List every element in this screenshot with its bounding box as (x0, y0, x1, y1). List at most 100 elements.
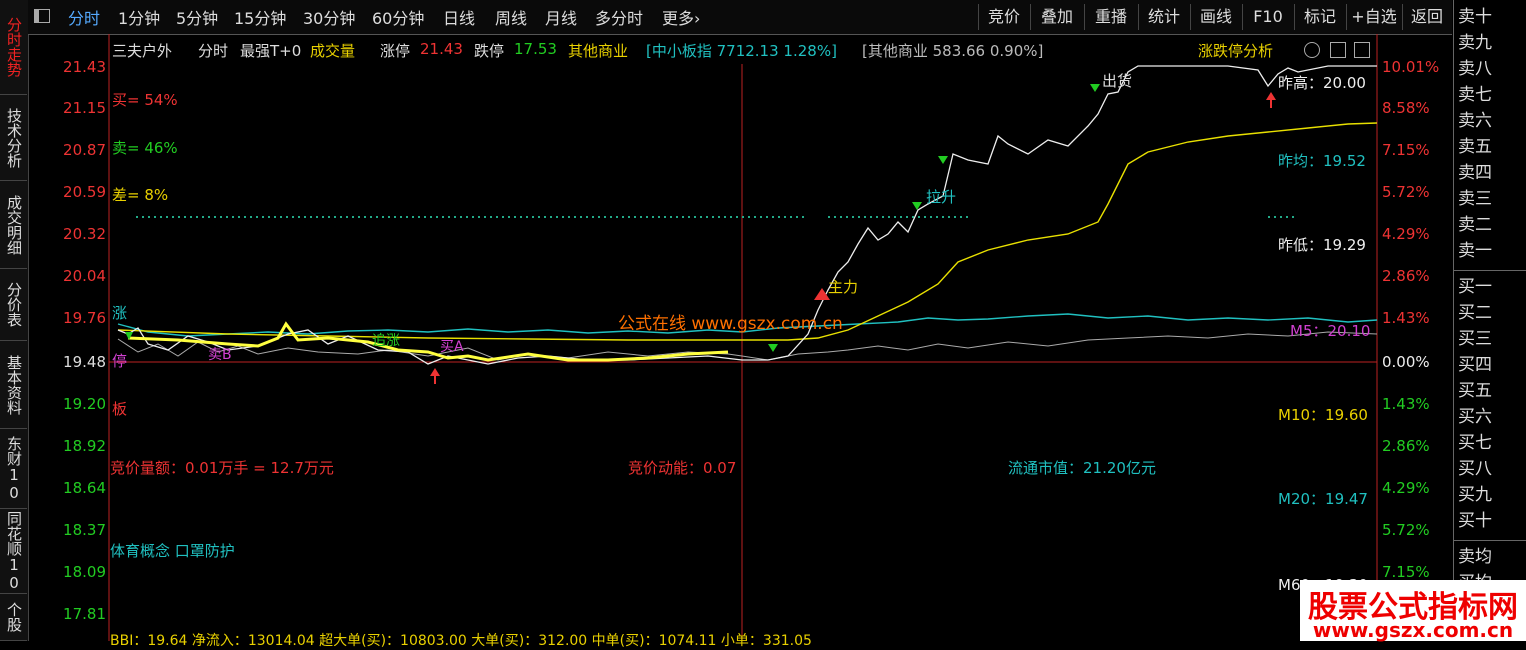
buy-level: 买三 (1458, 329, 1492, 349)
more-label: 更多 (662, 9, 695, 28)
y-tick: 17.81 (63, 605, 106, 623)
buy-level: 买六 (1458, 407, 1492, 427)
ship-out-label: 出货 (1102, 72, 1133, 90)
tab-eastmoney[interactable]: 东财10 (0, 429, 27, 509)
panel-icon[interactable] (1354, 42, 1370, 58)
limit-analysis-link[interactable]: 涨跌停分析 (1198, 40, 1273, 61)
bid-momentum: 竞价动能：0.07 (628, 459, 737, 477)
sell-level: 卖三 (1458, 189, 1492, 209)
tab-price-table[interactable]: 分价表 (0, 269, 27, 341)
y-tick: 20.59 (63, 183, 106, 201)
pull-up-label: 拉升 (926, 188, 957, 206)
f10-button[interactable]: F10 (1242, 4, 1293, 30)
pct-tick: 1.43% (1382, 395, 1430, 413)
sell-level: 卖九 (1458, 33, 1492, 53)
ma20: M20：19.47 (1278, 490, 1368, 508)
expand-icon[interactable] (1304, 42, 1320, 58)
y-tick: 19.48 (63, 353, 106, 371)
pct-tick: 0.00% (1382, 353, 1430, 371)
tab-intraday[interactable]: 分时走势 (0, 0, 27, 95)
buy-level: 买四 (1458, 355, 1492, 375)
mark-button[interactable]: 标记 (1294, 4, 1345, 30)
y-tick: 21.43 (63, 58, 106, 76)
book-divider (1454, 540, 1526, 541)
y-tick: 18.37 (63, 521, 106, 539)
tab-basic-info[interactable]: 基本资料 (0, 341, 27, 429)
pct-tick: 7.15% (1382, 563, 1430, 581)
sell-level: 卖八 (1458, 59, 1492, 79)
prev-high: 昨高：20.00 (1278, 74, 1366, 92)
buy-level: 买十 (1458, 511, 1492, 531)
stats-button[interactable]: 统计 (1138, 4, 1189, 30)
chevron-right-icon: › (694, 9, 701, 28)
ma10: M10：19.60 (1278, 406, 1368, 424)
tab-trade-detail[interactable]: 成交明细 (0, 181, 27, 269)
pct-tick: 10.01% (1382, 58, 1440, 76)
sell-level: 卖一 (1458, 241, 1492, 261)
diff-ratio: 差= 8% (112, 186, 169, 204)
bid-button[interactable]: 竞价 (978, 4, 1029, 30)
limit-char-1: 涨 (112, 304, 128, 322)
tab-tonghuashun[interactable]: 同花顺10 (0, 509, 27, 594)
sell-level: 卖十 (1458, 7, 1492, 27)
pct-tick: 7.15% (1382, 141, 1430, 159)
back-button[interactable]: 返回 (1402, 4, 1451, 30)
period-60min[interactable]: 60分钟 (372, 5, 424, 29)
period-intraday[interactable]: 分时 (68, 5, 100, 29)
overlay-button[interactable]: 叠加 (1030, 4, 1083, 30)
site-watermark: 公式在线 www.gszx.com.cn (618, 314, 843, 334)
sector-info: [其他商业 583.66 0.90%] (862, 42, 1044, 60)
bid-amount: 竞价量额：0.01万手 = 12.7万元 (110, 459, 334, 477)
y-tick: 21.15 (63, 99, 106, 117)
limit-up-label: 涨停 (380, 42, 411, 60)
period-multi[interactable]: 多分时 (595, 5, 643, 29)
banner-url: www.gszx.com.cn (1312, 618, 1514, 642)
pct-tick: 4.29% (1382, 479, 1430, 497)
period-weekly[interactable]: 周线 (495, 5, 527, 29)
period-1min[interactable]: 1分钟 (118, 5, 160, 29)
toolbar: 分时 1分钟 5分钟 15分钟 30分钟 60分钟 日线 周线 月线 多分时 更… (28, 0, 1452, 35)
sell-level: 卖五 (1458, 137, 1492, 157)
period-5min[interactable]: 5分钟 (176, 5, 218, 29)
book-divider (1454, 270, 1526, 271)
sell-ratio: 卖= 46% (112, 139, 178, 157)
main-force-label: 主力 (828, 278, 859, 296)
sell-level: 卖六 (1458, 111, 1492, 131)
limit-char-2: 停 (112, 352, 128, 370)
buy-level: 买二 (1458, 303, 1492, 323)
bottom-indicator-row: BBI：19.64 净流入：13014.04 超大单(买)：10803.00 大… (110, 633, 812, 649)
add-watchlist-button[interactable]: +自选 (1346, 4, 1401, 30)
volume-label: 成交量 (310, 42, 356, 60)
period-30min[interactable]: 30分钟 (303, 5, 355, 29)
sell-level: 卖七 (1458, 85, 1492, 105)
float-cap: 流通市值：21.20亿元 (1008, 459, 1156, 477)
replay-button[interactable]: 重播 (1084, 4, 1137, 30)
draw-button[interactable]: 画线 (1190, 4, 1241, 30)
limit-char-3: 板 (112, 400, 128, 418)
tab-stock[interactable]: 个股 (0, 594, 27, 641)
buy-level: 买一 (1458, 277, 1492, 297)
sell-b-label: 卖B (208, 347, 232, 363)
y-tick: 18.09 (63, 563, 106, 581)
prev-low: 昨低：19.29 (1278, 236, 1366, 254)
order-book: 卖十 卖九 卖八 卖七 卖六 卖五 卖四 卖三 卖二 卖一 买一 买二 买三 买… (1453, 0, 1526, 641)
period-daily[interactable]: 日线 (443, 5, 475, 29)
buy-level: 买九 (1458, 485, 1492, 505)
concept-tags: 体育概念 口罩防护 (110, 542, 235, 560)
window-icon[interactable] (34, 9, 50, 23)
indicator-label: 最强T+0 (240, 42, 302, 60)
limit-up-value: 21.43 (420, 40, 463, 58)
pct-tick: 4.29% (1382, 225, 1430, 243)
sector-label: 其他商业 (568, 42, 629, 60)
buy-level: 买七 (1458, 433, 1492, 453)
mode-label: 分时 (198, 42, 229, 60)
pct-tick: 5.72% (1382, 183, 1430, 201)
prev-avg: 昨均：19.52 (1278, 152, 1366, 170)
period-monthly[interactable]: 月线 (545, 5, 577, 29)
minimize-icon[interactable] (1330, 42, 1346, 58)
period-15min[interactable]: 15分钟 (234, 5, 286, 29)
chase-label: 追涨 (372, 333, 400, 349)
y-tick: 20.32 (63, 225, 106, 243)
tab-technical[interactable]: 技术分析 (0, 95, 27, 181)
more-menu[interactable]: 更多› (662, 5, 700, 29)
